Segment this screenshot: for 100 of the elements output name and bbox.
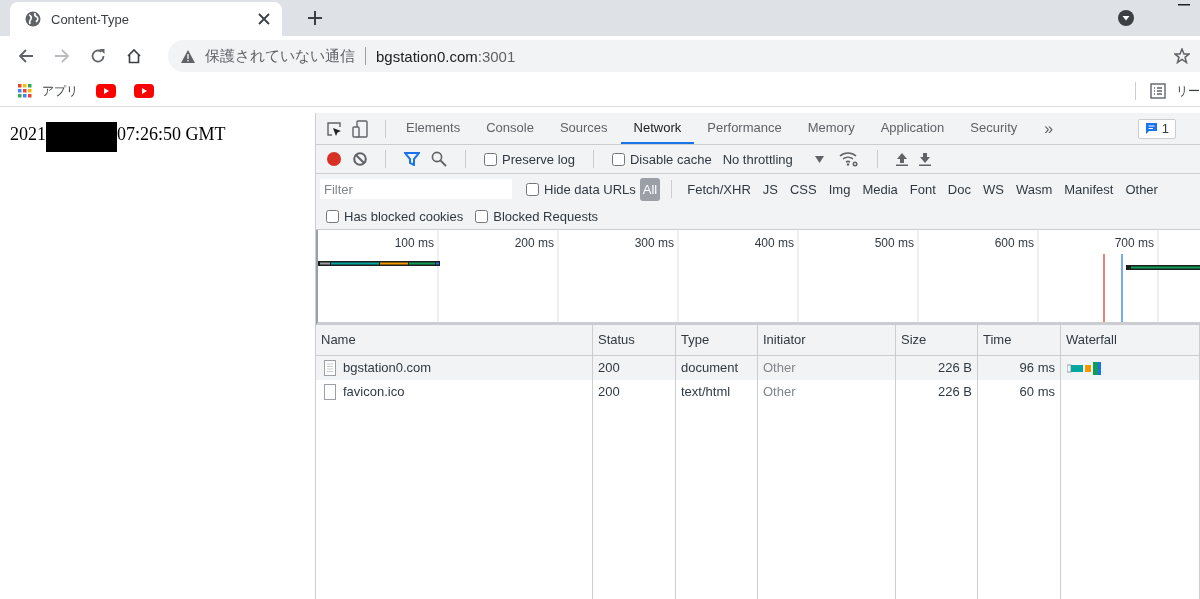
checkbox-label[interactable]: Has blocked cookies xyxy=(344,209,464,224)
type-filter-button[interactable]: JS xyxy=(758,179,782,199)
tab-title: Content-Type xyxy=(51,11,131,27)
type-filter-button[interactable]: Doc xyxy=(943,179,975,199)
address-bar[interactable]: 保護されていない通信 bgstation0.com:3001 xyxy=(168,40,1200,72)
tick-label: 100 ms xyxy=(394,236,434,250)
security-label: 保護されていない通信 xyxy=(205,46,355,66)
type-filter-button[interactable]: Media xyxy=(858,179,902,199)
waterfall-bar-drawing xyxy=(1067,361,1101,375)
reload-icon[interactable] xyxy=(90,48,106,64)
blocked-cookies-checkbox[interactable] xyxy=(326,210,339,223)
checkbox-label[interactable]: Hide data URLs xyxy=(544,181,636,197)
wifi-settings-icon[interactable] xyxy=(838,151,859,167)
type-filter-button[interactable]: Manifest xyxy=(1060,179,1118,199)
table-cell-text: bgstation0.com xyxy=(343,359,432,377)
record-icon[interactable] xyxy=(326,151,342,167)
type-filter-button[interactable]: Other xyxy=(1121,179,1162,199)
load-marker-line xyxy=(1103,253,1105,322)
devtools-tab[interactable]: Application xyxy=(867,113,958,144)
minimize-icon[interactable] xyxy=(1178,4,1190,6)
column-header[interactable]: Waterfall xyxy=(1061,325,1200,356)
blocked-requests-checkbox[interactable] xyxy=(475,210,489,223)
close-icon[interactable] xyxy=(258,13,270,25)
devtools-tab[interactable]: Performance xyxy=(694,113,795,144)
column-header[interactable]: Type xyxy=(676,325,758,356)
tick-label: 700 ms xyxy=(1114,236,1154,250)
tick-label: 400 ms xyxy=(754,236,794,250)
type-filter-button[interactable]: CSS xyxy=(786,179,821,199)
star-icon[interactable] xyxy=(1174,48,1190,64)
caret-icon xyxy=(814,155,824,163)
apps-grid-icon xyxy=(18,84,32,98)
table-cell: 60 ms xyxy=(978,380,1061,404)
new-tab-icon[interactable] xyxy=(308,11,322,25)
filter-field[interactable]: Filter xyxy=(320,179,512,199)
throttling-dropdown[interactable]: No throttling xyxy=(722,151,824,167)
inspect-icon[interactable] xyxy=(326,120,342,137)
preserve-log-checkbox[interactable] xyxy=(484,152,497,166)
tick-label: 200 ms xyxy=(514,236,554,250)
devtools-tab[interactable]: Memory xyxy=(794,113,868,144)
time-text: 07:26:50 GMT xyxy=(117,124,226,145)
tick-label: 300 ms xyxy=(634,236,674,250)
column-header[interactable]: Size xyxy=(896,325,978,356)
table-cell-text: favicon.ico xyxy=(343,383,405,401)
dropdown-icon[interactable] xyxy=(1118,10,1134,26)
url-text: bgstation0.com:3001 xyxy=(376,47,516,65)
request-row[interactable]: favicon.ico 200 text/html Other 226 B 60 ms xyxy=(316,380,1200,404)
file-icon xyxy=(324,360,336,376)
video-play-icon[interactable] xyxy=(96,84,116,98)
table-cell: 200 xyxy=(593,356,676,380)
issues-button[interactable]: 1 xyxy=(1137,118,1176,139)
devtools-tab[interactable]: Console xyxy=(473,113,547,144)
hide-data-urls-checkbox[interactable] xyxy=(526,182,539,196)
file-icon xyxy=(324,384,336,400)
column-header[interactable]: Initiator xyxy=(758,325,896,356)
column-header[interactable]: Name xyxy=(316,325,593,356)
table-cell: Other xyxy=(758,356,896,380)
devtools-tab[interactable]: Security xyxy=(957,113,1031,144)
upload-icon[interactable] xyxy=(895,152,908,166)
type-filter-button[interactable]: Font xyxy=(905,179,940,199)
globe-icon xyxy=(25,11,41,27)
browser-tab[interactable]: Content-Type xyxy=(10,2,282,36)
reading-list-button[interactable]: リー xyxy=(1150,82,1200,100)
clear-icon[interactable] xyxy=(353,152,367,166)
back-icon[interactable] xyxy=(18,48,34,64)
search-icon[interactable] xyxy=(431,151,447,167)
column-header[interactable]: Status xyxy=(593,325,676,356)
table-cell: Other xyxy=(758,380,896,404)
date-text: 2021 xyxy=(10,124,46,145)
list-icon xyxy=(1150,83,1166,99)
table-cell: text/html xyxy=(676,380,758,404)
checkbox-label[interactable]: Blocked Requests xyxy=(493,209,598,224)
message-icon xyxy=(1144,122,1158,135)
type-filter-button[interactable]: WS xyxy=(978,179,1008,199)
type-filter-button[interactable]: Img xyxy=(824,179,855,199)
download-icon[interactable] xyxy=(918,152,931,166)
devtools-tab[interactable]: Network xyxy=(620,113,695,144)
table-cell: document xyxy=(676,356,758,380)
more-tabs-button[interactable]: » xyxy=(1030,119,1068,138)
table-cell: 226 B xyxy=(896,380,978,404)
checkbox-label[interactable]: Disable cache xyxy=(630,151,712,167)
home-icon[interactable] xyxy=(126,48,142,64)
filter-icon[interactable] xyxy=(404,152,420,166)
table-cell: 96 ms xyxy=(978,356,1061,380)
request-row[interactable]: bgstation0.com 200 document Other 226 B 96 ms xyxy=(316,356,1200,380)
checkbox-label[interactable]: Preserve log xyxy=(502,151,575,167)
apps-bookmark[interactable]: アプリ xyxy=(18,82,78,100)
tick-label: 600 ms xyxy=(994,236,1034,250)
table-cell: 226 B xyxy=(896,356,978,380)
device-icon[interactable] xyxy=(352,119,368,138)
devtools-tab[interactable]: Elements xyxy=(393,113,474,144)
column-header[interactable]: Time xyxy=(978,325,1061,356)
tick-label: 500 ms xyxy=(874,236,914,250)
type-filter-button[interactable]: Wasm xyxy=(1011,179,1057,199)
dom-loaded-marker-line xyxy=(1121,253,1123,322)
table-cell: 200 xyxy=(593,380,676,404)
warning-icon xyxy=(181,49,195,63)
type-filter-button[interactable]: Fetch/XHR xyxy=(683,179,755,199)
devtools-tab[interactable]: Sources xyxy=(546,113,621,144)
disable-cache-checkbox[interactable] xyxy=(612,152,625,166)
video-play-icon[interactable] xyxy=(134,84,154,98)
